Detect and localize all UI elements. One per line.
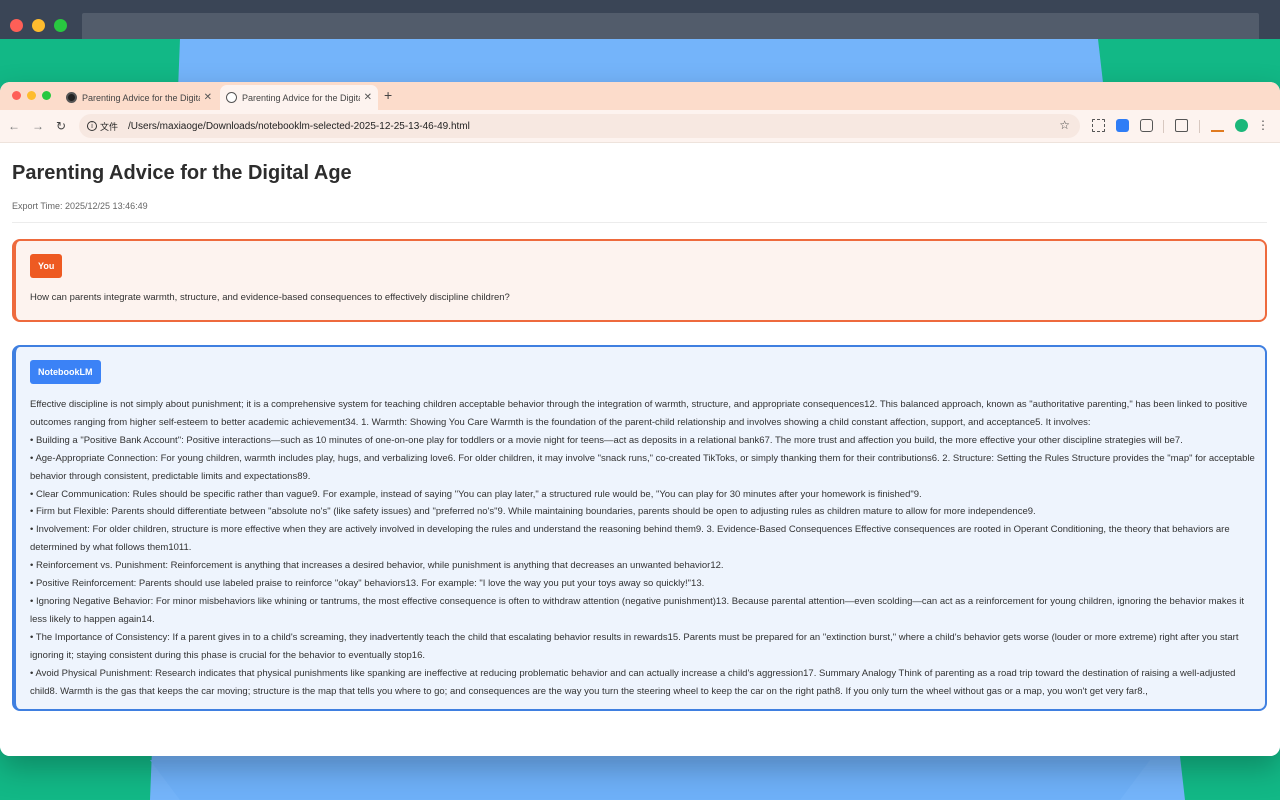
outer-zoom-button[interactable] (54, 19, 67, 32)
response-bullet: • Positive Reinforcement: Parents should… (30, 578, 705, 590)
page-content: Parenting Advice for the Digital Age Exp… (0, 143, 1280, 756)
tab-title: Parenting Advice for the Digital Age (242, 92, 360, 103)
bookmark-star-icon[interactable]: ☆ (1059, 118, 1070, 132)
notebooklm-badge: NotebookLM (30, 360, 101, 384)
profile-avatar-icon[interactable] (1235, 119, 1248, 132)
response-bullet: • Firm but Flexible: Parents should diff… (30, 506, 1036, 518)
download-icon[interactable] (1211, 119, 1224, 132)
tab-strip: Parenting Advice for the Digital Age ✕ P… (0, 82, 1280, 110)
more-menu-icon[interactable]: ⋮ (1257, 118, 1269, 132)
tab-close-icon[interactable]: ✕ (204, 92, 212, 103)
file-chip: 文件 (100, 121, 119, 132)
tab-inactive[interactable]: Parenting Advice for the Digital Age ✕ (60, 85, 218, 110)
new-tab-button[interactable]: + (384, 87, 392, 103)
window-minimize-button[interactable] (27, 91, 36, 100)
url-text[interactable]: /Users/maxiaoge/Downloads/notebooklm-sel… (128, 121, 470, 132)
window-close-button[interactable] (12, 91, 21, 100)
outer-close-button[interactable] (10, 19, 23, 32)
response-body: Effective discipline is not simply about… (30, 396, 1255, 700)
user-message-card: You How can parents integrate warmth, st… (12, 239, 1267, 322)
qr-code-icon[interactable] (1092, 119, 1105, 132)
notebooklm-favicon-icon (66, 92, 77, 103)
user-badge: You (30, 254, 63, 278)
response-bullet: • Building a "Positive Bank Account": Po… (30, 434, 1183, 446)
outer-address-area (82, 13, 1259, 39)
puzzle-extensions-icon[interactable] (1140, 119, 1153, 132)
reload-icon[interactable]: ↻ (56, 119, 66, 133)
info-icon[interactable]: i (87, 121, 97, 131)
response-paragraph: Effective discipline is not simply about… (30, 399, 1248, 428)
page-title: Parenting Advice for the Digital Age (12, 162, 352, 184)
window-zoom-button[interactable] (42, 91, 51, 100)
response-bullet: • Clear Communication: Rules should be s… (30, 488, 922, 500)
extension-blue-icon[interactable] (1116, 119, 1129, 132)
response-bullet: • Avoid Physical Punishment: Research in… (30, 667, 1236, 697)
tab-active[interactable]: Parenting Advice for the Digital Age ✕ (220, 85, 378, 110)
response-bullet: • The Importance of Consistency: If a pa… (30, 631, 1239, 661)
response-bullet: • Age-Appropriate Connection: For young … (30, 452, 1255, 482)
globe-icon (226, 92, 237, 103)
notebooklm-response-card: NotebookLM Effective discipline is not s… (12, 345, 1267, 711)
export-time: Export Time: 2025/12/25 13:46:49 (12, 201, 148, 211)
outer-window-titlebar (0, 0, 1280, 39)
response-bullet: • Reinforcement vs. Punishment: Reinforc… (30, 560, 724, 572)
tab-close-icon[interactable]: ✕ (364, 92, 372, 103)
forward-arrow-icon[interactable]: → (32, 119, 44, 133)
divider (12, 222, 1267, 223)
user-question: How can parents integrate warmth, struct… (30, 292, 510, 303)
browser-window: Parenting Advice for the Digital Age ✕ P… (0, 82, 1280, 756)
outer-minimize-button[interactable] (32, 19, 45, 32)
back-arrow-icon[interactable]: ← (8, 119, 20, 133)
cast-media-icon[interactable] (1175, 119, 1188, 132)
response-bullet: • Involvement: For older children, struc… (30, 524, 1230, 554)
address-bar[interactable]: i 文件 /Users/maxiaoge/Downloads/notebookl… (79, 114, 1080, 138)
browser-toolbar: ← → ↻ i 文件 /Users/maxiaoge/Downloads/not… (0, 110, 1280, 143)
tab-title: Parenting Advice for the Digital Age (82, 92, 200, 103)
response-bullet: • Ignoring Negative Behavior: For minor … (30, 595, 1245, 625)
